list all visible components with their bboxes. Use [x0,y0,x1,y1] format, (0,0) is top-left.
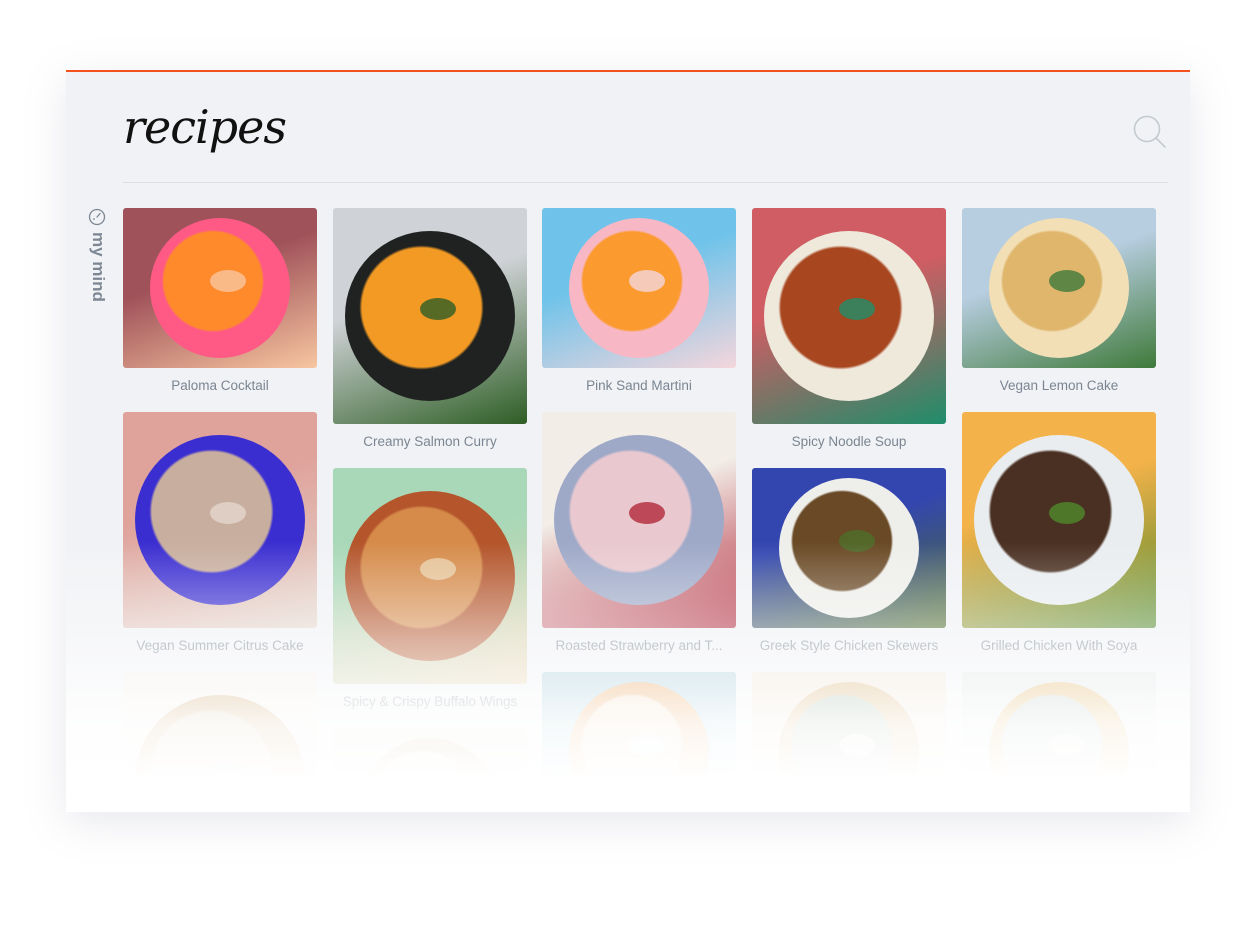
strawberry-smoothie-photo [542,412,736,628]
pastry-photo [752,672,946,812]
recipe-card[interactable]: Spicy & Crispy Buffalo Wings [333,468,527,728]
photo-garnish [1049,270,1085,292]
grid-column: Paloma Cocktail Vegan Summer Citrus Cake [123,208,317,812]
recipe-card[interactable] [752,672,946,812]
recipe-title: Grilled Chicken With Soya [980,638,1138,653]
photo-garnish [420,298,456,320]
martini-photo [542,208,736,368]
page-title: recipes [123,100,287,154]
photo-garnish [210,270,246,292]
recipe-card[interactable]: Grilled Chicken With Soya [962,412,1156,672]
sidebar-label: my mind [89,232,108,302]
recipe-card[interactable]: Pink Sand Martini [542,208,736,412]
photo-garnish [629,270,665,292]
grilled-chicken-photo [962,412,1156,628]
recipe-title: Spicy Noodle Soup [791,434,907,449]
photo-garnish [839,734,875,756]
recipes-window: recipes my mind Paloma Cocktail Vegan Su… [66,70,1190,812]
photo-garnish [210,762,246,784]
recipe-card[interactable]: Roasted Strawberry and T... [542,412,736,672]
photo-garnish [1049,734,1085,756]
grid-column: Vegan Lemon Cake Grilled Chicken With So… [962,208,1156,812]
bowl-photo [123,672,317,812]
buffalo-wings-photo [333,468,527,684]
dessert-photo [333,728,527,812]
grid-column: Creamy Salmon Curry Spicy & Crispy Buffa… [333,208,527,812]
recipe-card[interactable]: Paloma Cocktail [123,208,317,412]
photo-garnish [210,502,246,524]
recipe-card[interactable]: Vegan Summer Citrus Cake [123,412,317,672]
photo-garnish [1049,502,1085,524]
recipe-card[interactable]: Creamy Salmon Curry [333,208,527,468]
photo-garnish [420,790,456,812]
recipe-title: Spicy & Crispy Buffalo Wings [342,694,518,709]
noodle-soup-photo [752,208,946,424]
gauge-icon [88,208,106,226]
drink-photo [542,672,736,812]
recipe-title: Pink Sand Martini [586,378,692,393]
search-icon [1133,115,1166,148]
recipe-title: Creamy Salmon Curry [363,434,497,449]
recipe-card[interactable]: Spicy Noodle Soup [752,208,946,468]
recipe-title: Vegan Lemon Cake [999,378,1119,393]
recipe-title: Vegan Summer Citrus Cake [136,638,304,653]
recipe-card[interactable]: Vegan Lemon Cake [962,208,1156,412]
photo-garnish [629,734,665,756]
photo-garnish [420,558,456,580]
recipe-title: Roasted Strawberry and T... [555,638,723,653]
recipe-title: Paloma Cocktail [171,378,269,393]
recipe-card[interactable] [333,728,527,812]
sidebar-my-mind[interactable]: my mind [86,208,108,318]
citrus-cake-photo [123,412,317,628]
recipe-card[interactable]: Greek Style Chicken Skewers [752,468,946,672]
recipe-card[interactable] [542,672,736,812]
recipe-card[interactable] [962,672,1156,812]
photo-subject [135,695,305,812]
photo-garnish [839,298,875,320]
recipe-title: Greek Style Chicken Skewers [759,638,939,653]
chicken-skewers-photo [752,468,946,628]
header-divider [123,182,1168,183]
grid-column: Spicy Noodle Soup Greek Style Chicken Sk… [752,208,946,812]
recipe-grid: Paloma Cocktail Vegan Summer Citrus Cake… [123,208,1173,812]
photo-garnish [629,502,665,524]
lemon-cake-photo [962,208,1156,368]
soup-photo [962,672,1156,812]
photo-garnish [839,530,875,552]
cocktail-photo [123,208,317,368]
search-button[interactable] [1132,114,1170,152]
grid-column: Pink Sand Martini Roasted Strawberry and… [542,208,736,812]
salmon-curry-photo [333,208,527,424]
recipe-card[interactable] [123,672,317,812]
